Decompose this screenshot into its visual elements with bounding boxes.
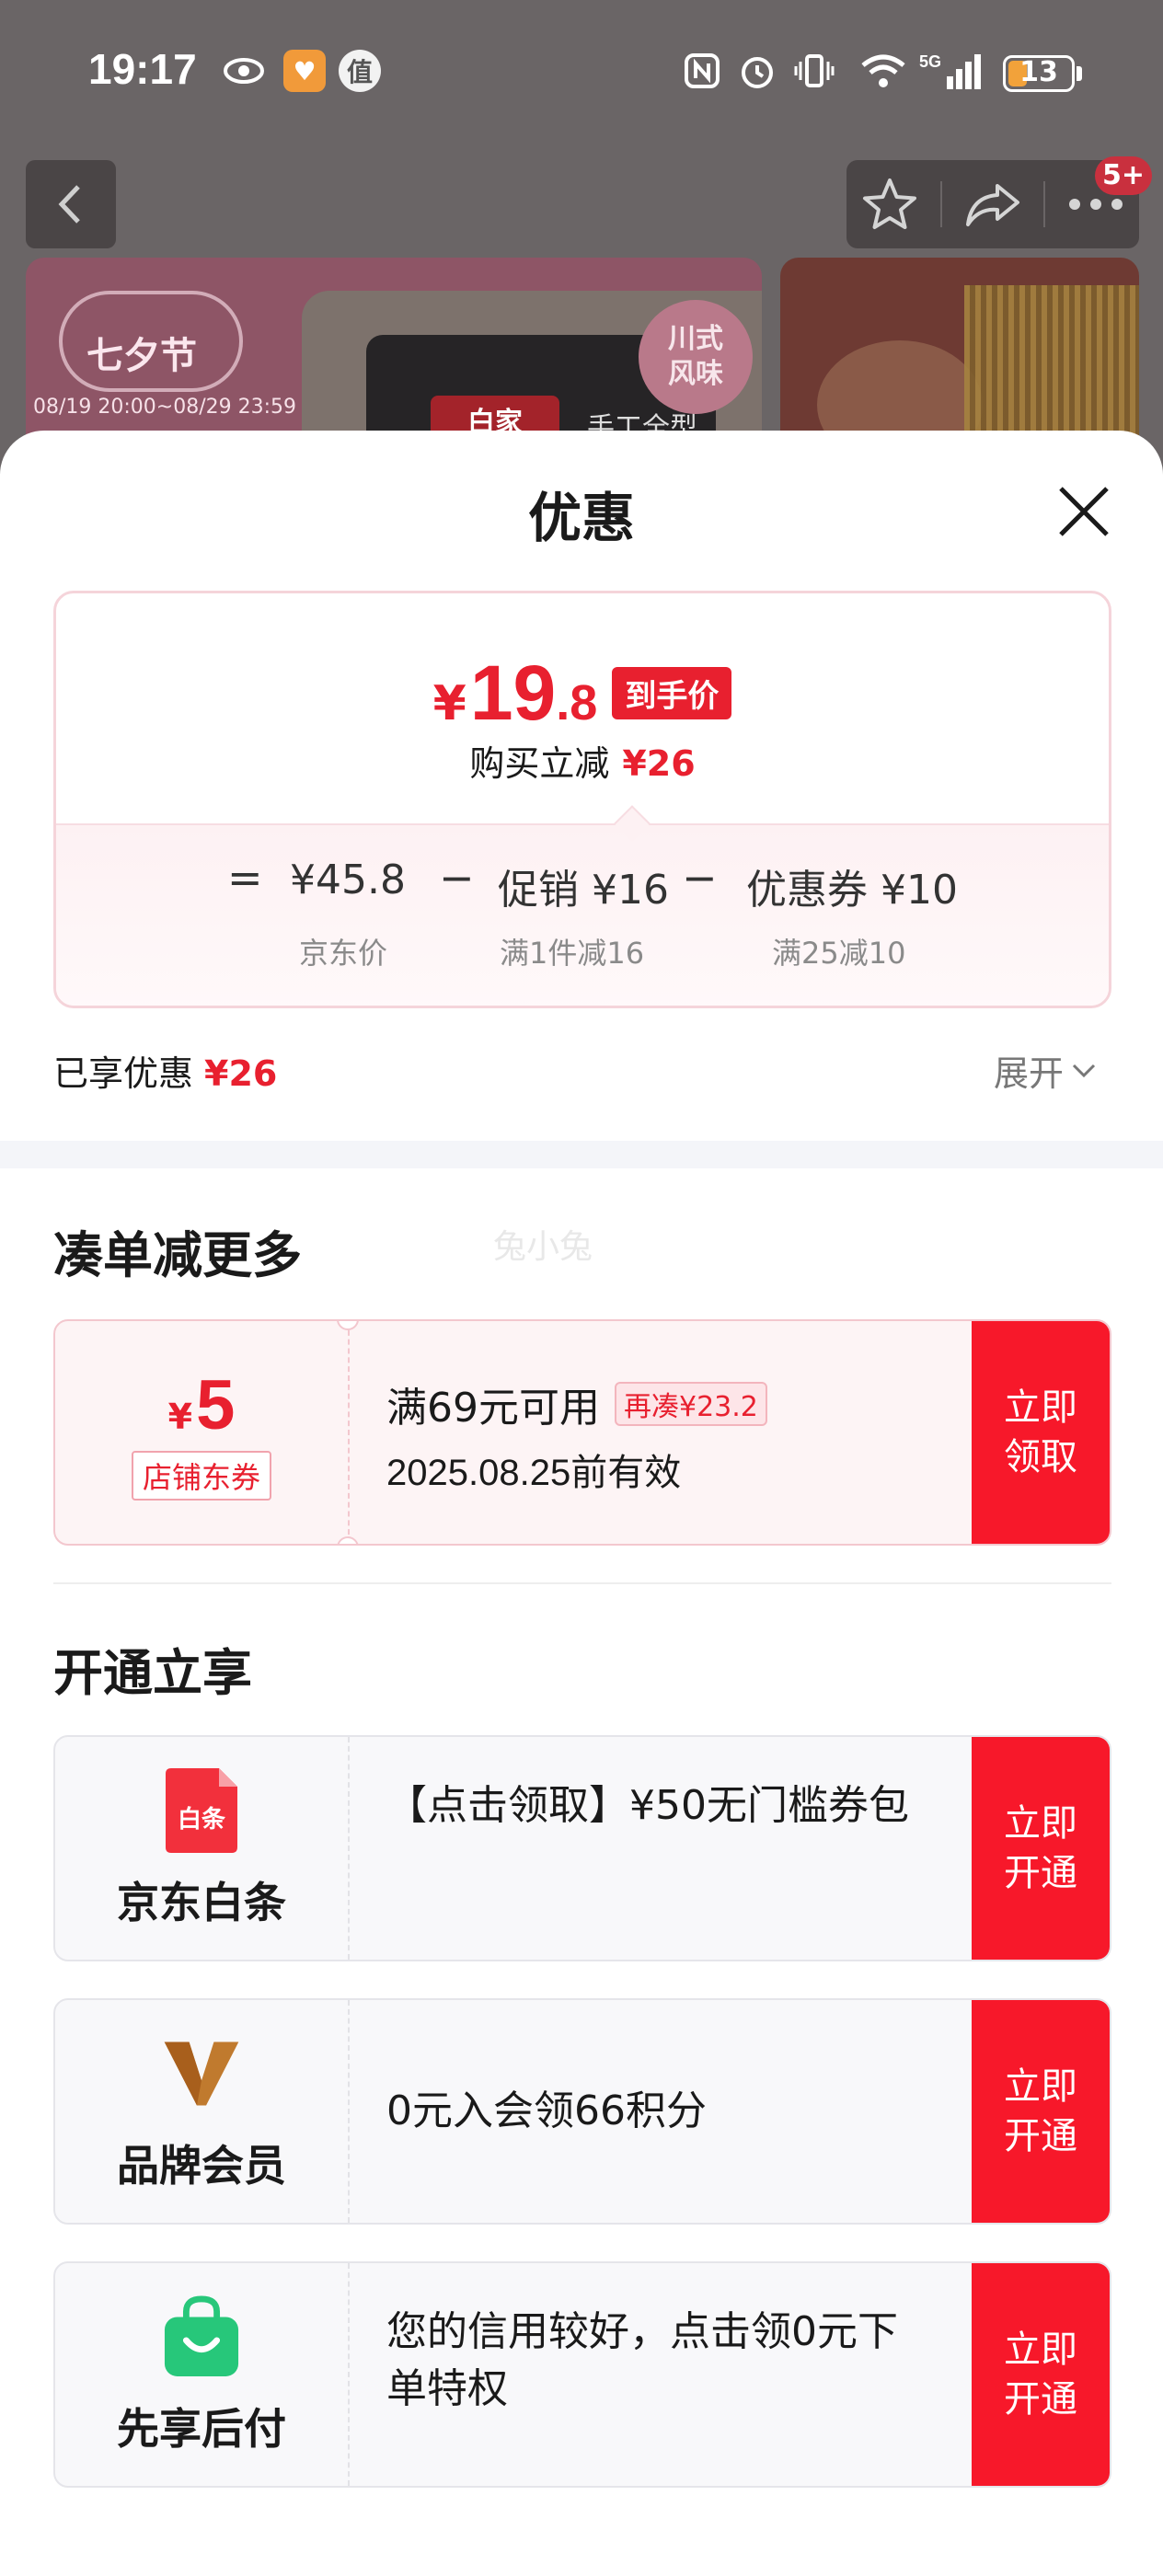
signal-icon: 5G <box>918 50 985 92</box>
price-decimal: .8 <box>556 675 598 730</box>
festival-title: 七夕节 <box>86 335 197 377</box>
value-app-icon: 值 <box>339 50 381 92</box>
final-price: ¥ 19 .8 到手价 <box>56 649 1109 738</box>
coupon-divider <box>348 1321 350 1544</box>
service-desc: 【点击领取】¥50无门槛券包 <box>386 1782 909 1829</box>
favorite-button[interactable] <box>853 167 927 241</box>
nav-divider <box>940 181 943 227</box>
alarm-icon <box>736 50 778 92</box>
shop-coupon-card[interactable]: ¥ 5 店铺东券 满69元可用 再凑¥23.2 2025.08.25前有效 立即… <box>53 1319 1111 1546</box>
enjoyed-label: 已享优惠 <box>53 1053 194 1094</box>
coupon-number: 5 <box>196 1365 236 1444</box>
open-paylater-button[interactable]: 立即开通 <box>972 2263 1110 2486</box>
battery-indicator: 13 <box>1003 55 1075 92</box>
minus-sign: − <box>439 853 475 903</box>
expand-label: 展开 <box>994 1053 1065 1094</box>
discount-summary: 购买立减 ¥26 <box>56 735 1109 786</box>
promo-rule: 满1件减16 <box>500 936 645 971</box>
service-card-baitiao[interactable]: 白条 京东白条 【点击领取】¥50无门槛券包 立即开通 <box>53 1735 1111 1961</box>
brand-member-logo-icon <box>163 2030 240 2118</box>
coupon-condition: 满69元可用 <box>386 1385 600 1432</box>
coupon-currency: ¥ <box>167 1396 193 1437</box>
discount-label: 购买立减 <box>469 743 610 784</box>
price-currency: ¥ <box>432 676 466 731</box>
price-integer: 19 <box>469 650 557 736</box>
coupon-expiry: 2025.08.25前有效 <box>386 1453 682 1493</box>
status-bar: 19:17 ♥ 值 5G 13 <box>0 37 1163 110</box>
service-card-membership[interactable]: 品牌会员 0元入会领66积分 立即开通 <box>53 1998 1111 2225</box>
sheet-title: 优惠 <box>527 487 635 549</box>
enjoyed-discount: 已享优惠 ¥26 <box>53 1045 277 1096</box>
minus-sign: − <box>682 853 718 903</box>
star-icon <box>863 178 917 229</box>
chevron-down-icon <box>1072 1064 1096 1077</box>
claim-coupon-button[interactable]: 立即领取 <box>972 1321 1110 1544</box>
service-desc: 您的信用较好，点击领0元下单特权 <box>386 2308 898 2412</box>
open-membership-button[interactable]: 立即开通 <box>972 2000 1110 2223</box>
service-card-paylater[interactable]: 先享后付 您的信用较好，点击领0元下单特权 立即开通 <box>53 2261 1111 2488</box>
more-icon <box>1068 199 1123 210</box>
equals-sign: = <box>227 853 263 903</box>
discount-sheet: 优惠 ¥ 19 .8 到手价 购买立减 ¥26 = ¥45.8 京东价 − 促销 … <box>0 431 1163 2576</box>
coupon-topup-tag: 再凑¥23.2 <box>615 1382 767 1426</box>
section-title-open: 开通立享 <box>53 1644 252 1702</box>
watermark: 兔小兔 <box>493 1228 593 1266</box>
final-price-area: ¥ 19 .8 到手价 购买立减 ¥26 <box>56 593 1109 823</box>
service-desc: 0元入会领66积分 <box>386 2087 707 2134</box>
service-divider <box>348 2263 350 2486</box>
expand-button[interactable]: 展开 <box>994 1045 1097 1096</box>
close-button[interactable] <box>1047 475 1121 548</box>
coupon-value-area: ¥ 5 店铺东券 <box>55 1321 348 1544</box>
enjoyed-value: ¥26 <box>204 1053 278 1094</box>
shopping-bag-icon <box>163 2293 240 2381</box>
section-title-more: 凑单减更多 <box>53 1226 302 1284</box>
eye-icon <box>223 50 265 92</box>
coupon-type-badge: 店铺东券 <box>131 1450 271 1501</box>
vibrate-icon <box>793 50 835 92</box>
section-band <box>0 1141 1163 1168</box>
back-button[interactable] <box>26 160 116 248</box>
message-badge: 5+ <box>1095 156 1153 195</box>
flavor-badge: 川式风味 <box>639 300 753 414</box>
jd-price-label: 京东价 <box>299 936 388 971</box>
section-divider <box>53 1582 1111 1584</box>
nfc-icon <box>681 50 723 92</box>
nav-divider <box>1042 181 1045 227</box>
baitiao-logo-icon: 白条 <box>163 1766 240 1855</box>
service-brand: 品牌会员 <box>55 2000 348 2223</box>
coupon-details: 满69元可用 再凑¥23.2 2025.08.25前有效 <box>386 1374 767 1496</box>
status-time: 19:17 <box>88 45 197 93</box>
service-divider <box>348 1737 350 1960</box>
back-icon <box>58 185 80 224</box>
service-name: 先享后付 <box>117 2404 286 2454</box>
promo-amount: 促销 ¥16 <box>498 867 669 914</box>
service-name: 京东白条 <box>117 1878 286 1927</box>
service-brand: 先享后付 <box>55 2263 348 2486</box>
coupon-amount: 优惠券 ¥10 <box>746 867 958 914</box>
battery-tip <box>1077 66 1082 81</box>
baitiao-logo-text: 白条 <box>178 1805 226 1834</box>
wifi-icon <box>856 50 911 92</box>
battery-text: 13 <box>1019 56 1058 88</box>
svg-text:5G: 5G <box>919 52 941 71</box>
open-baitiao-button[interactable]: 立即开通 <box>972 1737 1110 1960</box>
share-button[interactable] <box>956 167 1030 241</box>
festival-dates: 08/19 20:00~08/29 23:59 <box>33 396 297 419</box>
discount-value: ¥26 <box>622 743 696 784</box>
heart-app-icon: ♥ <box>283 50 326 92</box>
share-icon <box>965 184 1019 226</box>
service-divider <box>348 2000 350 2223</box>
service-name: 品牌会员 <box>117 2141 286 2191</box>
final-price-tag: 到手价 <box>612 667 732 719</box>
jd-price: ¥45.8 <box>290 857 406 903</box>
coupon-value: ¥ 5 <box>168 1365 236 1445</box>
coupon-rule: 满25减10 <box>772 936 906 971</box>
service-brand: 白条 京东白条 <box>55 1737 348 1960</box>
price-formula-area: = ¥45.8 京东价 − 促销 ¥16 满1件减16 − 优惠券 ¥10 满2… <box>56 823 1109 1006</box>
price-breakdown-card: ¥ 19 .8 到手价 购买立减 ¥26 = ¥45.8 京东价 − 促销 ¥16… <box>53 591 1111 1008</box>
close-icon <box>1059 487 1109 536</box>
coupon-condition-row: 满69元可用 再凑¥23.2 <box>386 1374 767 1433</box>
